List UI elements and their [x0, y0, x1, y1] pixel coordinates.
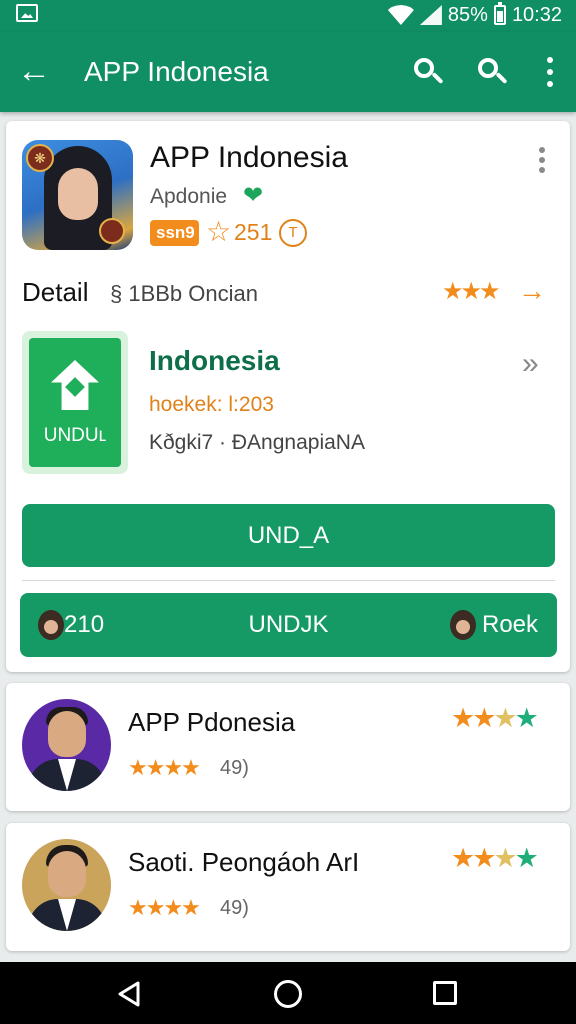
rating-count: 251 [234, 219, 273, 245]
list-item[interactable]: APP Pdonesia ★★★★ 49) ★★★★ [6, 683, 570, 811]
download-item-title[interactable]: Indonesia [149, 345, 280, 377]
list-item-stars: ★★★★ [128, 895, 201, 920]
more-vert-icon[interactable] [538, 52, 562, 92]
back-arrow-icon[interactable]: ← [14, 52, 54, 92]
nav-recents-icon[interactable] [433, 981, 457, 1005]
wifi-icon [387, 5, 414, 25]
list-item-score: 49) [220, 757, 249, 779]
secondary-center-label: UNDJK [248, 611, 329, 638]
rating-stars-icon: ★★★★ [451, 843, 539, 873]
star-icon: ☆ [206, 216, 232, 247]
app-detail-card: ❋ APP Indonesia Apdonie ❤ ssn9 ☆ 251 T D… [6, 121, 570, 672]
divider [22, 580, 555, 581]
status-indicators: 85% 10:32 [387, 2, 562, 28]
more-vert-icon[interactable] [536, 147, 548, 175]
list-item-title: APP Pdonesia [128, 707, 296, 737]
app-icon[interactable]: ❋ [22, 140, 133, 250]
app-name: APP Indonesia [150, 141, 348, 174]
emblem-icon [99, 218, 125, 244]
developer-name[interactable]: Apdonie [150, 185, 227, 209]
app-bar: ← APP Indonesia [0, 32, 576, 112]
rating-badge: ssn9 [150, 220, 199, 246]
detail-subtitle: § 1BBb Oncian [110, 281, 258, 306]
search-icon[interactable] [408, 52, 448, 92]
avatar [22, 699, 111, 791]
nav-home-icon[interactable] [274, 980, 302, 1008]
download-tile-label: UNDUʟ [43, 425, 107, 446]
status-bar: 85% 10:32 [0, 0, 576, 32]
detail-label: Detail [22, 277, 89, 307]
download-item-meta: Kðgki7 · ÐAngnapiaNA [149, 431, 365, 454]
download-tile[interactable]: UNDUʟ [22, 331, 128, 474]
clock: 10:32 [511, 3, 562, 26]
avatar [22, 839, 111, 931]
list-item-score: 49) [220, 897, 249, 919]
detail-arrow-icon[interactable]: → [518, 275, 546, 307]
verified-heart-icon: ❤ [243, 182, 264, 209]
download-item-version: hoekek: l:203 [149, 393, 274, 416]
user-avatar-icon [450, 610, 476, 640]
list-item[interactable]: Saoti. Peongáoh ArI ★★★★ 49) ★★★★ [6, 823, 570, 951]
battery-percent: 85% [447, 3, 488, 26]
list-item-title: Saoti. Peongáoh ArI [128, 847, 360, 877]
emblem-icon: ❋ [26, 144, 54, 172]
download-icon [51, 360, 99, 410]
search-icon[interactable] [472, 52, 512, 92]
download-button[interactable]: UND_A [22, 504, 555, 567]
secondary-download-bar[interactable]: 210 UNDJK Roek [20, 593, 557, 657]
chevron-right-icon[interactable]: » [522, 347, 538, 381]
detail-stars: ★★★ [442, 278, 501, 305]
nav-back-icon[interactable] [116, 980, 142, 1008]
system-nav-bar [0, 962, 576, 1024]
list-item-stars: ★★★★ [128, 755, 201, 780]
coin-icon: T [279, 219, 307, 247]
gallery-notification-icon [16, 4, 38, 22]
battery-icon [493, 2, 506, 25]
rating-stars-icon: ★★★★ [451, 703, 539, 733]
secondary-right-label: Roek [482, 611, 539, 638]
app-bar-title: APP Indonesia [84, 56, 269, 87]
signal-icon [419, 5, 442, 25]
